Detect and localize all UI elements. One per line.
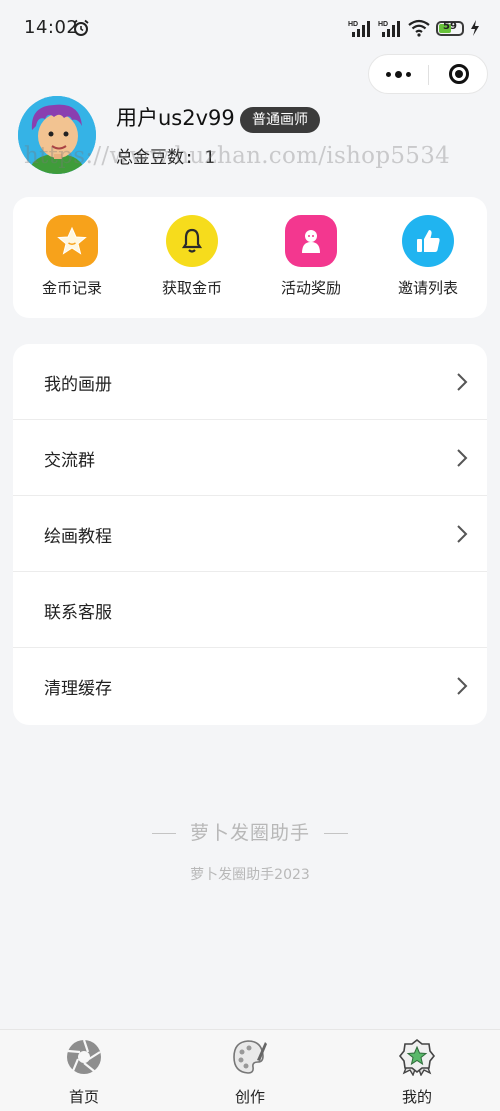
menu-list: 我的画册 交流群 绘画教程 联系客服 清理缓存 — [13, 344, 487, 725]
tab-bar: 首页 创作 我的 — [0, 1029, 500, 1111]
menu-item-label: 交流群 — [44, 451, 95, 471]
divider — [324, 833, 348, 834]
chevron-right-icon — [457, 525, 468, 543]
star-icon — [46, 215, 98, 267]
bell-icon — [166, 215, 218, 267]
brand-name: 萝卜发圈助手 — [189, 822, 310, 844]
palette-icon — [233, 1040, 267, 1074]
status-icons: HD HD 59 — [348, 19, 480, 37]
footer-copyright: 萝卜发圈助手2023 — [190, 867, 310, 883]
action-label: 邀请列表 — [397, 279, 458, 297]
chevron-right-icon — [457, 373, 468, 391]
chevron-right-icon — [457, 449, 468, 467]
charging-icon — [471, 20, 479, 36]
signal-hd-icon: HD — [348, 21, 370, 37]
menu-item-label: 清理缓存 — [44, 679, 112, 699]
more-dots-icon[interactable] — [369, 55, 428, 93]
action-get-coins[interactable]: 获取金币 — [137, 215, 247, 305]
menu-item-groups[interactable]: 交流群 — [13, 420, 487, 496]
action-label: 金币记录 — [41, 279, 102, 297]
action-invite-list[interactable]: 邀请列表 — [373, 215, 483, 305]
status-time: 14:02 — [24, 17, 79, 38]
tab-home[interactable]: 首页 — [24, 1038, 144, 1107]
svg-text:HD: HD — [378, 21, 388, 28]
watermark-text: https://www.huzhan.com/ishop5534 — [24, 143, 451, 169]
action-coin-records[interactable]: 金币记录 — [17, 215, 127, 305]
menu-item-label: 绘画教程 — [44, 527, 112, 547]
battery-level: 59 — [443, 20, 457, 32]
menu-item-customer-service[interactable]: 联系客服 — [13, 572, 487, 648]
aperture-icon — [67, 1039, 101, 1074]
miniprogram-capsule — [368, 54, 488, 94]
menu-item-my-albums[interactable]: 我的画册 — [13, 344, 487, 420]
mascot-icon — [285, 215, 337, 267]
wifi-icon — [408, 19, 430, 37]
thumbs-up-icon — [402, 215, 454, 267]
tab-label: 首页 — [68, 1088, 99, 1106]
signal-hd-icon: HD — [378, 21, 400, 37]
tab-mine[interactable]: 我的 — [357, 1038, 477, 1107]
quick-actions-card: 金币记录 获取金币 活动奖励 邀请列表 — [13, 197, 487, 318]
menu-item-tutorials[interactable]: 绘画教程 — [13, 496, 487, 572]
tab-create[interactable]: 创作 — [190, 1038, 310, 1107]
username: 用户us2v99 — [116, 106, 235, 130]
tab-label: 创作 — [234, 1088, 265, 1106]
divider — [151, 833, 176, 834]
status-badge: 普通画师 — [240, 107, 320, 133]
tab-label: 我的 — [401, 1088, 432, 1106]
battery-icon: 59 — [436, 20, 464, 36]
alarm-icon — [73, 19, 89, 36]
menu-item-label: 我的画册 — [44, 375, 112, 395]
svg-text:HD: HD — [348, 21, 358, 28]
action-label: 活动奖励 — [280, 279, 341, 297]
badge-icon — [398, 1038, 436, 1077]
action-event-rewards[interactable]: 活动奖励 — [256, 215, 366, 305]
status-bar: 14:02 HD HD 59 — [0, 0, 500, 58]
action-label: 获取金币 — [161, 279, 222, 297]
footer-brand: 萝卜发圈助手 — [0, 818, 500, 845]
chevron-right-icon — [457, 677, 468, 695]
menu-item-clear-cache[interactable]: 清理缓存 — [13, 648, 487, 724]
target-icon[interactable] — [429, 55, 488, 93]
menu-item-label: 联系客服 — [44, 603, 112, 623]
